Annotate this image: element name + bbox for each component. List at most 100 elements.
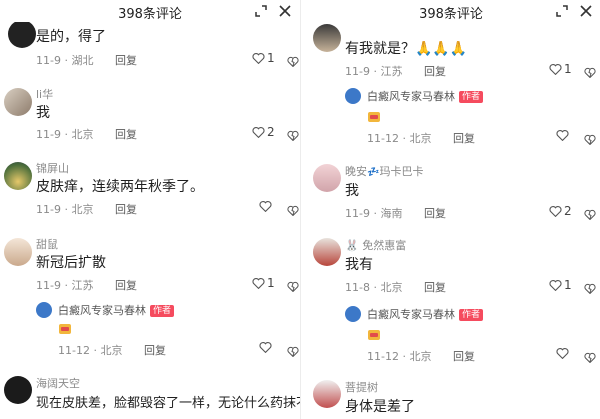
avatar[interactable] [313,238,341,266]
reply-button[interactable]: 回复 [453,350,475,363]
comment-date-location: 11-9 · 江苏 [36,279,94,292]
bunny-icon: 🐰 [345,239,363,252]
dislike-button[interactable] [584,348,596,367]
dislike-button[interactable] [584,130,596,149]
heart-icon [252,53,265,64]
broken-heart-icon [584,209,596,221]
dislike-button[interactable] [287,342,299,361]
author-avatar[interactable] [345,88,361,104]
badge-icon [367,108,381,122]
comment-date-location: 11-9 · 湖北 [36,54,94,67]
comment-date-location: 11-9 · 江苏 [345,65,403,78]
comment-text: 现在皮肤差，脸都毁容了一样，无论什么药抹不好 [36,396,300,411]
like-button[interactable]: 2 [549,204,572,218]
reply-button[interactable]: 回复 [115,279,137,292]
commenter-name-suffix: 玛卡巴卡 [379,165,424,178]
like-button[interactable]: 1 [252,51,275,65]
heart-icon [549,64,562,75]
broken-heart-icon [287,56,299,68]
comment-text: 新冠后扩散 [36,255,106,271]
reply-button[interactable]: 回复 [115,54,137,67]
avatar[interactable] [4,162,32,190]
heart-icon [259,342,272,353]
reply-button[interactable]: 回复 [115,203,137,216]
comment-meta: 11-9 · 江苏 回复 [345,63,446,79]
comment-text: 我 [36,105,50,121]
avatar[interactable] [313,380,341,408]
like-button[interactable] [556,347,571,359]
like-button[interactable] [259,200,274,212]
minimize-icon[interactable] [252,2,270,20]
like-button[interactable] [259,341,274,353]
avatar[interactable] [4,238,32,266]
comment-meta: 11-12 · 北京 回复 [367,348,475,364]
comment-date-location: 11-9 · 北京 [36,128,94,141]
author-tag: 作者 [150,305,175,317]
reply-button[interactable]: 回复 [144,344,166,357]
broken-heart-icon [584,352,596,364]
avatar[interactable] [4,376,32,404]
comment-text: 身体是差了 [345,399,415,415]
author-name-text: 白癜风专家马春林 [58,304,146,317]
author-name[interactable]: 白癜风专家马春林 作者 [367,88,484,104]
broken-heart-icon [287,130,299,142]
comments-header: 398条评论 [0,0,300,22]
minimize-icon[interactable] [553,2,571,20]
commenter-name[interactable]: 晚安💤玛卡巴卡 [345,163,423,179]
commenter-name[interactable]: 🐰 免然惠富 [345,237,406,253]
like-count: 1 [267,51,275,65]
broken-heart-icon [287,281,299,293]
heart-icon [252,127,265,138]
commenter-name[interactable]: 海阔天空 [36,375,80,391]
dislike-button[interactable] [287,201,299,220]
commenter-name[interactable]: 菩提树 [345,379,378,395]
broken-heart-icon [584,67,596,79]
like-button[interactable]: 2 [252,125,275,139]
avatar[interactable] [8,20,36,48]
comment-date-location: 11-9 · 北京 [36,203,94,216]
like-button[interactable]: 1 [549,278,572,292]
reply-button[interactable]: 回复 [424,207,446,220]
dislike-button[interactable] [584,63,596,82]
commenter-name[interactable]: 锦屏山 [36,160,69,176]
author-avatar[interactable] [36,302,52,318]
badge-icon [58,320,72,334]
commenter-name[interactable]: li华 [36,86,53,102]
dislike-button[interactable] [287,52,299,71]
author-tag: 作者 [459,91,484,103]
dislike-button[interactable] [287,126,299,145]
comment-meta: 11-9 · 江苏 回复 [36,277,137,293]
broken-heart-icon [584,283,596,295]
avatar[interactable] [313,24,341,52]
comment-meta: 11-8 · 北京 回复 [345,279,446,295]
dislike-button[interactable] [584,205,596,224]
close-icon[interactable] [577,2,595,20]
author-name[interactable]: 白癜风专家马春林 作者 [58,302,175,318]
comment-text: 我有 [345,257,373,273]
comment-date-location: 11-12 · 北京 [367,350,432,363]
dislike-button[interactable] [287,277,299,296]
like-button[interactable]: 1 [549,62,572,76]
like-count: 2 [564,204,572,218]
comment-panel-right: 398条评论 有我就是？🙏🙏🙏 11-9 · 江苏 回复 1 白癜风专家马春林 … [300,0,600,419]
like-button[interactable] [556,129,571,141]
author-tag: 作者 [459,309,484,321]
reply-button[interactable]: 回复 [424,281,446,294]
avatar[interactable] [4,88,32,116]
heart-icon [252,278,265,289]
comment-text: 我 [345,183,359,199]
reply-button[interactable]: 回复 [115,128,137,141]
close-icon[interactable] [276,2,294,20]
reply-button[interactable]: 回复 [424,65,446,78]
author-name[interactable]: 白癜风专家马春林 作者 [367,306,484,322]
dislike-button[interactable] [584,279,596,298]
author-name-text: 白癜风专家马春林 [367,90,455,103]
comment-text: 是的，得了 [36,29,106,45]
author-avatar[interactable] [345,306,361,322]
reply-button[interactable]: 回复 [453,132,475,145]
avatar[interactable] [313,164,341,192]
like-button[interactable]: 1 [252,276,275,290]
like-count: 1 [267,276,275,290]
heart-icon [549,280,562,291]
commenter-name[interactable]: 甜鼠 [36,236,58,252]
